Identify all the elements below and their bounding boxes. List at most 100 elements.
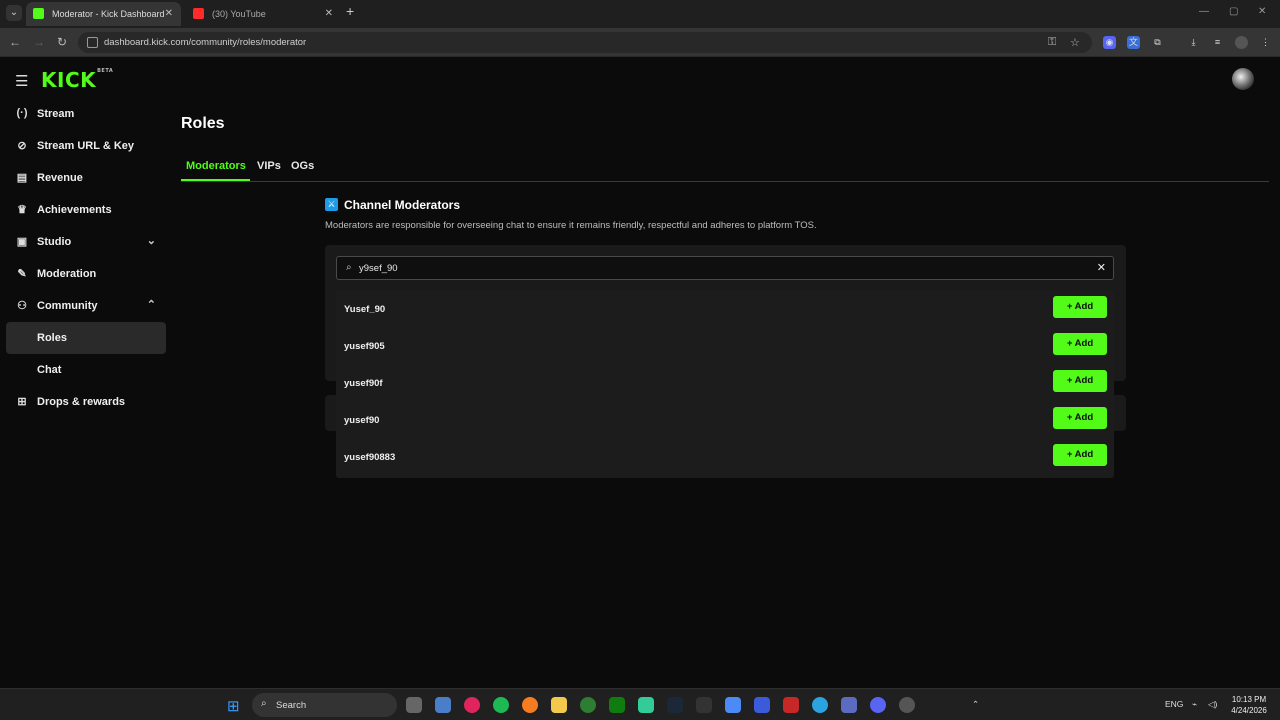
sidebar-item-achievements[interactable]: ♛ Achievements [6, 194, 166, 226]
download-icon[interactable]: ⤓ [1187, 36, 1200, 49]
sidebar-item-studio[interactable]: ▣ Studio ⌄ [6, 226, 166, 258]
tab-close-icon[interactable]: ✕ [325, 2, 333, 26]
bookmark-star-icon[interactable]: ☆ [1070, 36, 1080, 49]
username: yusef905 [344, 341, 385, 352]
task-view-icon[interactable] [406, 697, 422, 713]
kick-favicon-icon [33, 8, 44, 19]
window-close-icon[interactable]: ✕ [1258, 6, 1266, 17]
sidebar-item-label: Revenue [37, 172, 83, 184]
browser-tab-kick[interactable]: Moderator - Kick Dashboard ✕ [26, 2, 181, 26]
add-moderator-button[interactable]: + Add [1053, 333, 1107, 355]
calculator-icon[interactable] [435, 697, 451, 713]
browser-tab-youtube[interactable]: (30) YouTube ✕ [186, 2, 341, 26]
sidebar-item-moderation[interactable]: ✎ Moderation [6, 258, 166, 290]
sidebar-item-roles[interactable]: Roles [6, 322, 166, 354]
spotify-icon[interactable] [493, 697, 509, 713]
chrome-icon[interactable] [580, 697, 596, 713]
telegram-icon[interactable] [812, 697, 828, 713]
username: yusef90 [344, 415, 380, 426]
windows-start-icon[interactable]: ⊞ [227, 697, 240, 715]
extensions-icon[interactable]: ⧉ [1151, 36, 1164, 49]
app-icon[interactable] [638, 697, 654, 713]
sidebar-item-stream[interactable]: (·) Stream [6, 98, 166, 130]
clear-search-icon[interactable]: ✕ [1097, 261, 1106, 274]
media-control-icon[interactable]: ≡ [1211, 36, 1224, 49]
add-moderator-button[interactable]: + Add [1053, 444, 1107, 466]
minimize-icon[interactable]: — [1199, 6, 1209, 17]
volume-icon[interactable]: ◁) [1208, 699, 1217, 710]
hamburger-menu-icon[interactable]: ☰ [15, 72, 28, 90]
address-bar[interactable]: dashboard.kick.com/community/roles/moder… [78, 32, 1092, 53]
search-results-dropdown: Yusef_90 + Add yusef905 + Add yusef90f +… [336, 290, 1114, 478]
sidebar-item-label: Community [37, 300, 98, 312]
moderator-search: ⌕ ✕ [336, 256, 1114, 280]
studio-icon: ▣ [16, 236, 28, 248]
discord-icon[interactable] [870, 697, 886, 713]
app-icon[interactable] [522, 697, 538, 713]
sidebar-item-community[interactable]: ⚇ Community ⌃ [6, 290, 166, 322]
app-icon[interactable] [899, 697, 915, 713]
sidebar-item-revenue[interactable]: ▤ Revenue [6, 162, 166, 194]
kick-logo[interactable]: KICKBETA [41, 68, 113, 92]
chevron-up-icon[interactable]: ⌃ [147, 298, 156, 311]
restore-icon[interactable]: ▢ [1229, 6, 1238, 17]
add-moderator-button[interactable]: + Add [1053, 407, 1107, 429]
tab-ogs[interactable]: OGs [291, 160, 314, 172]
sidebar-item-chat[interactable]: Chat [6, 354, 166, 386]
sidebar-item-label: Stream URL & Key [37, 140, 134, 152]
sidebar-item-stream-url-key[interactable]: ⊘ Stream URL & Key [6, 130, 166, 162]
tab-title: (30) YouTube [212, 9, 266, 19]
browser-menu-icon[interactable]: ⋮ [1259, 36, 1272, 49]
steam-icon[interactable] [667, 697, 683, 713]
tab-close-icon[interactable]: ✕ [165, 2, 173, 26]
profile-avatar[interactable] [1235, 36, 1248, 49]
chart-icon: ▤ [16, 172, 28, 184]
sidebar-item-drops-rewards[interactable]: ⊞ Drops & rewards [6, 386, 166, 418]
app-icon[interactable] [754, 697, 770, 713]
app-icon[interactable] [725, 697, 741, 713]
add-moderator-button[interactable]: + Add [1053, 370, 1107, 392]
app-icon[interactable] [841, 697, 857, 713]
tab-moderators[interactable]: Moderators [186, 160, 246, 172]
app-icon[interactable] [783, 697, 799, 713]
network-icon[interactable]: ⌁ [1192, 699, 1197, 710]
tab-vips[interactable]: VIPs [257, 160, 281, 172]
username: Yusef_90 [344, 304, 386, 315]
back-icon[interactable]: ← [9, 35, 21, 49]
media-player-icon[interactable] [464, 697, 480, 713]
language-indicator[interactable]: ENG [1165, 699, 1183, 709]
moderator-sword-icon: ⚔ [325, 198, 338, 211]
new-tab-button[interactable]: + [346, 3, 354, 19]
xbox-icon[interactable] [609, 697, 625, 713]
section-title: Channel Moderators [344, 198, 461, 212]
reload-icon[interactable]: ↻ [57, 35, 67, 49]
section-description: Moderators are responsible for overseein… [325, 220, 817, 231]
roles-tabs: Moderators VIPs OGs [181, 154, 1269, 182]
taskbar-search[interactable]: ⌕ Search [252, 693, 397, 717]
epic-games-icon[interactable] [696, 697, 712, 713]
url-text[interactable]: dashboard.kick.com/community/roles/moder… [104, 37, 306, 48]
page-title: Roles [181, 115, 225, 132]
discord-extension-icon[interactable]: ◉ [1103, 36, 1116, 49]
site-info-icon[interactable] [87, 37, 98, 48]
sidebar-item-label: Stream [37, 108, 75, 120]
translate-extension-icon[interactable]: 文 [1127, 36, 1140, 49]
tray-overflow-icon[interactable]: ⌃ [972, 699, 979, 710]
tab-title: Moderator - Kick Dashboard [52, 9, 165, 19]
file-explorer-icon[interactable] [551, 697, 567, 713]
sidebar-item-label: Studio [37, 236, 72, 248]
tab-search-button[interactable]: ⌄ [6, 5, 22, 21]
gift-icon: ⊞ [17, 396, 27, 408]
forward-icon[interactable]: → [33, 35, 45, 49]
user-avatar[interactable] [1232, 68, 1254, 90]
clock-time: 10:13 PM [1231, 695, 1267, 704]
trophy-icon: ♛ [17, 204, 27, 216]
search-input[interactable] [359, 260, 1079, 276]
list-item: yusef905 + Add [336, 327, 1114, 364]
link-icon: ⊘ [17, 140, 27, 152]
add-moderator-button[interactable]: + Add [1053, 296, 1107, 318]
system-clock[interactable]: 10:13 PM 4/24/2026 [1229, 694, 1269, 716]
chevron-down-icon[interactable]: ⌄ [147, 234, 156, 247]
key-icon[interactable]: ⚿ [1048, 36, 1056, 49]
people-icon: ⚇ [17, 300, 27, 312]
